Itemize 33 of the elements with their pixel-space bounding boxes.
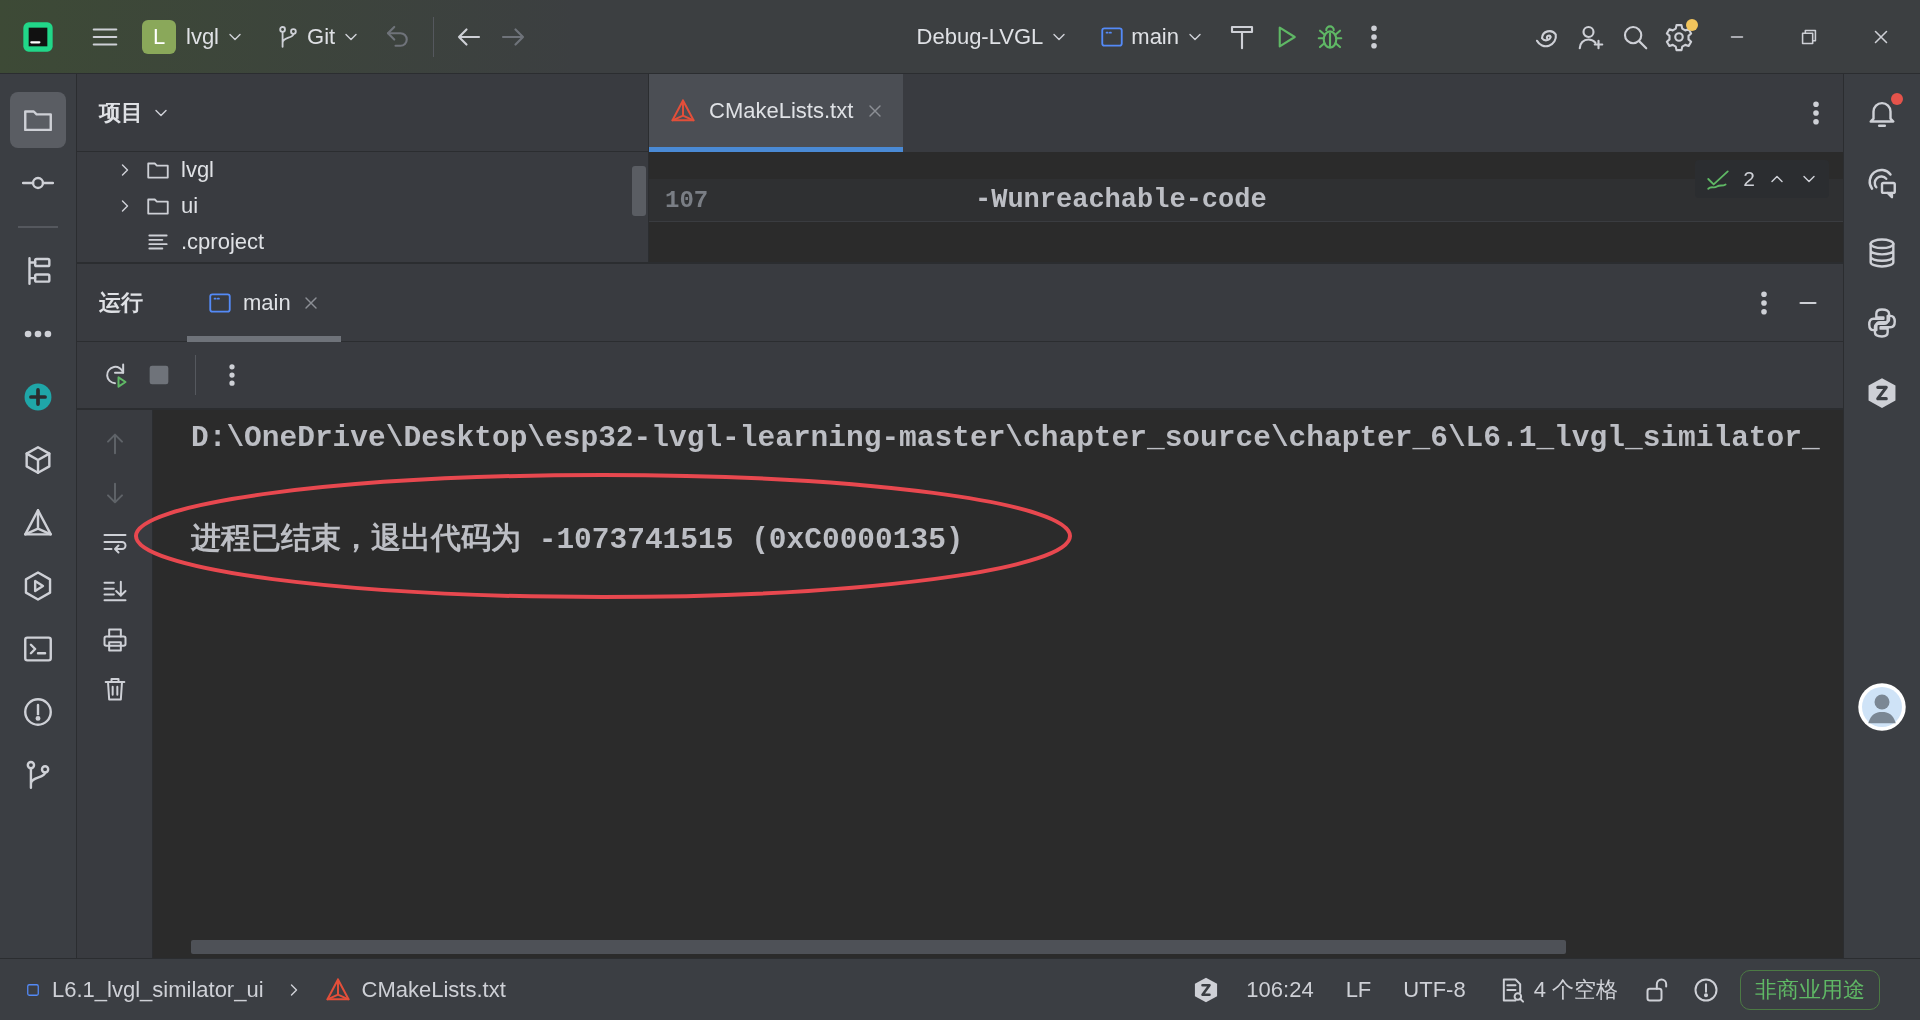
- tree-item[interactable]: .cproject: [181, 229, 265, 255]
- code-line: -Wunreachable-code: [975, 185, 1267, 215]
- breadcrumb[interactable]: L6.1_lvgl_similator_ui: [24, 976, 264, 1003]
- app-logo[interactable]: [22, 20, 54, 53]
- run-tab[interactable]: main: [187, 263, 341, 342]
- inspection-widget[interactable]: 2: [1695, 160, 1829, 198]
- file-encoding[interactable]: UTF-8: [1403, 976, 1466, 1003]
- panel-title: 运行: [99, 288, 143, 317]
- scrollbar-thumb[interactable]: [632, 166, 646, 216]
- tool-window-button[interactable]: [10, 92, 66, 148]
- scrollbar-thumb[interactable]: [191, 940, 1566, 954]
- line-separator[interactable]: LF: [1345, 976, 1372, 1003]
- tree-item[interactable]: ui: [181, 193, 199, 219]
- python-icon[interactable]: [1865, 306, 1899, 340]
- vcs-selector[interactable]: Git: [267, 17, 370, 56]
- tree-item[interactable]: lvgl: [181, 157, 214, 183]
- editor-tab[interactable]: CMakeLists.txt: [649, 74, 904, 152]
- cursor-position[interactable]: 106:24: [1246, 976, 1314, 1003]
- configuration-selector[interactable]: Debug-LVGL: [908, 17, 1078, 56]
- line-number: 107: [664, 186, 710, 214]
- run-config-selector[interactable]: main: [1091, 17, 1213, 56]
- project-selector[interactable]: L lvgl: [134, 13, 253, 60]
- panel-title-dropdown[interactable]: 项目: [99, 97, 171, 128]
- output-line: 进程已结束，退出代码为 -1073741515 (0xC0000135): [191, 522, 965, 558]
- user-avatar[interactable]: [1857, 682, 1907, 732]
- indent-setting[interactable]: 4 个空格: [1497, 974, 1618, 1005]
- license-badge[interactable]: 非商业用途: [1740, 969, 1880, 1010]
- breadcrumb[interactable]: CMakeLists.txt: [323, 975, 506, 1004]
- chat-bubble-icon[interactable]: [1865, 166, 1899, 200]
- project-initial-badge: L: [142, 19, 176, 54]
- warning-icon[interactable]: [21, 695, 55, 729]
- output-line: D:\OneDrive\Desktop\esp32-lvgl-learning-master\chapter_source\chapter_6\L6.1_lvgl_similator_: [191, 420, 1821, 456]
- settings-icon[interactable]: [1664, 21, 1694, 52]
